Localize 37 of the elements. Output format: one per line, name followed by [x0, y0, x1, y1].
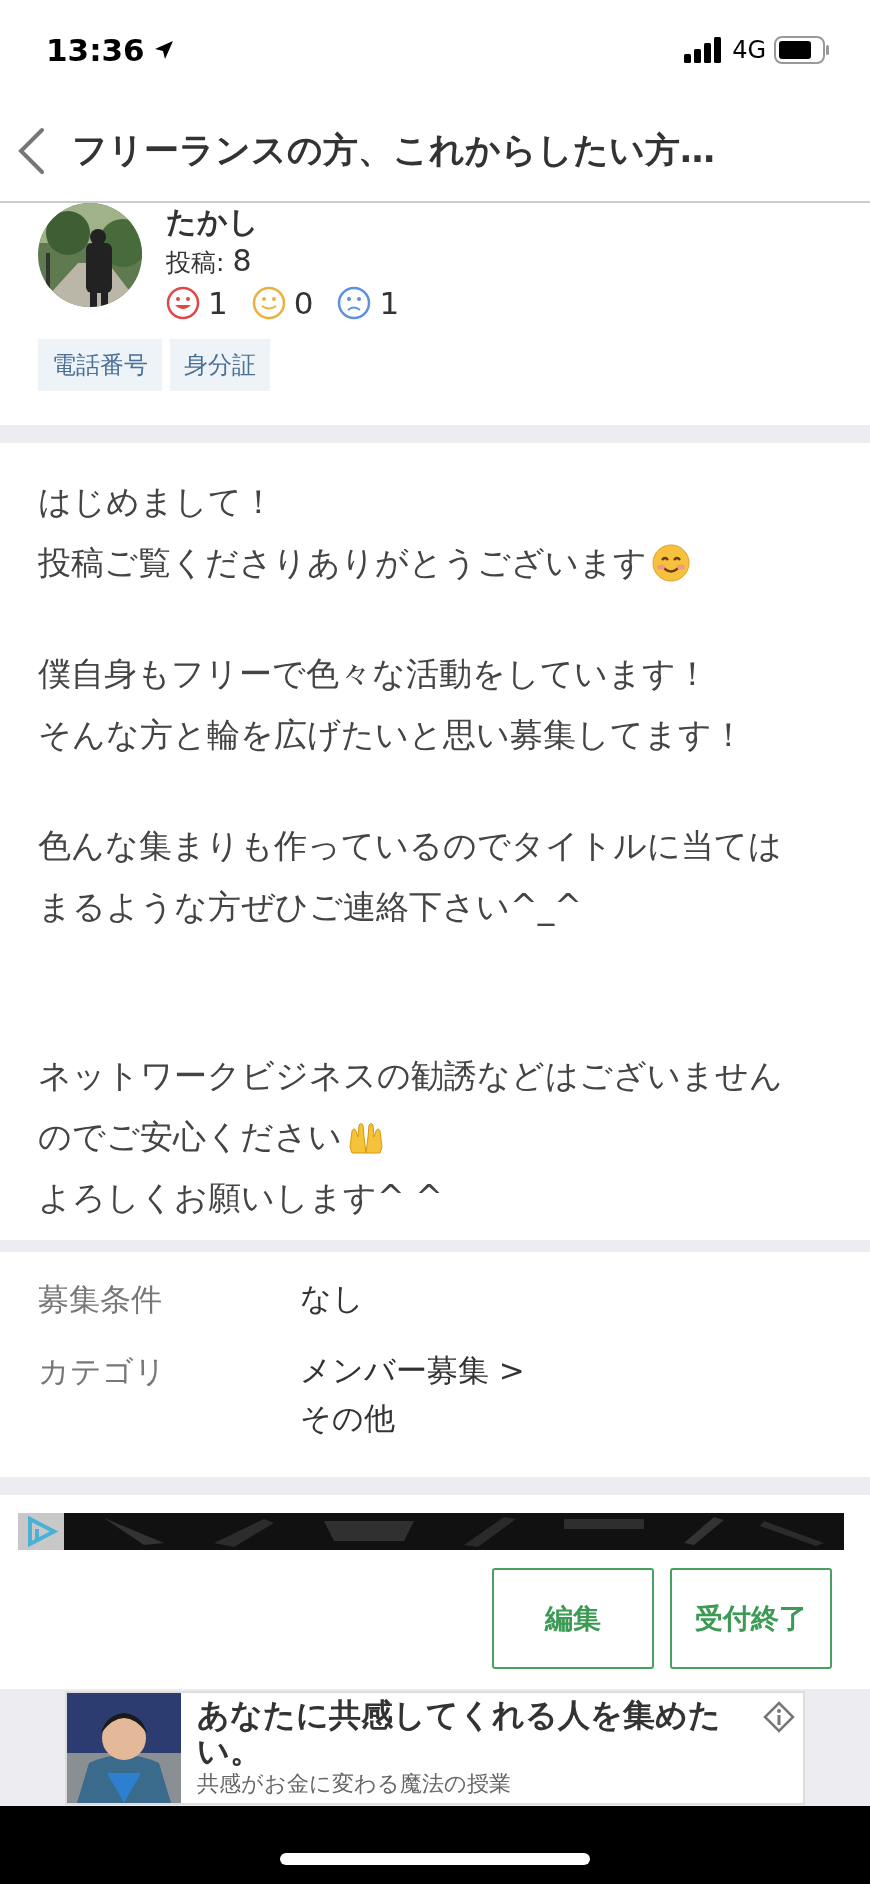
back-icon[interactable]	[16, 126, 46, 175]
ad-card[interactable]: あなたに共感してくれる人を集めたい。 共感がお金に変わる魔法の授業	[65, 1691, 805, 1805]
ad-headline: あなたに共感してくれる人を集めたい。	[197, 1697, 722, 1769]
condition-value: メンバー募集 >	[300, 1351, 525, 1390]
post-count: 投稿: 8	[166, 242, 253, 280]
body-text: よろしくお願いします^ ^	[38, 1177, 443, 1219]
action-button[interactable]: 編集	[492, 1568, 654, 1669]
body-text: 色んな集まりも作っているのでタイトルに当ては	[38, 825, 782, 867]
rating-count: 1	[379, 284, 400, 323]
condition-value: その他	[300, 1399, 396, 1438]
verification-tag: 電話番号	[38, 339, 162, 391]
body-text: 投稿ご覧くださりありがとうございます	[38, 542, 647, 584]
page-title: フリーランスの方、これからしたい方…	[72, 129, 715, 173]
body-text: 僕自身もフリーで色々な活動をしています！	[38, 653, 709, 695]
rating-count: 0	[293, 284, 314, 323]
body-text: のでご安心ください	[38, 1116, 342, 1158]
body-text: そんな方と輪を広げたいと思い募集してます！	[38, 714, 745, 756]
info-icon[interactable]	[763, 1701, 795, 1733]
rating-count: 1	[208, 284, 228, 323]
network-type: 4G	[732, 35, 766, 66]
body-text: はじめまして！	[38, 481, 275, 523]
action-button[interactable]: 受付終了	[670, 1568, 832, 1669]
frown-face-icon	[337, 286, 372, 320]
condition-value: なし	[300, 1279, 364, 1318]
clock-time: 13:36	[46, 30, 145, 70]
smile-face-icon	[251, 286, 286, 320]
user-name: たかし	[166, 203, 260, 241]
condition-label: 募集条件	[38, 1280, 163, 1319]
laughing-face-icon	[166, 286, 200, 320]
ad-subtitle: 共感がお金に変わる魔法の授業	[197, 1770, 512, 1798]
play-logo-icon	[18, 1513, 64, 1550]
body-text: ネットワークビジネスの勧誘などはございません	[38, 1055, 783, 1097]
battery-icon	[774, 36, 830, 64]
condition-label: カテゴリ	[38, 1352, 167, 1391]
body-text: まるような方ぜひご連絡下さい^_^	[38, 886, 582, 928]
verification-tag: 身分証	[170, 339, 270, 391]
smiling-face-icon	[651, 542, 691, 583]
